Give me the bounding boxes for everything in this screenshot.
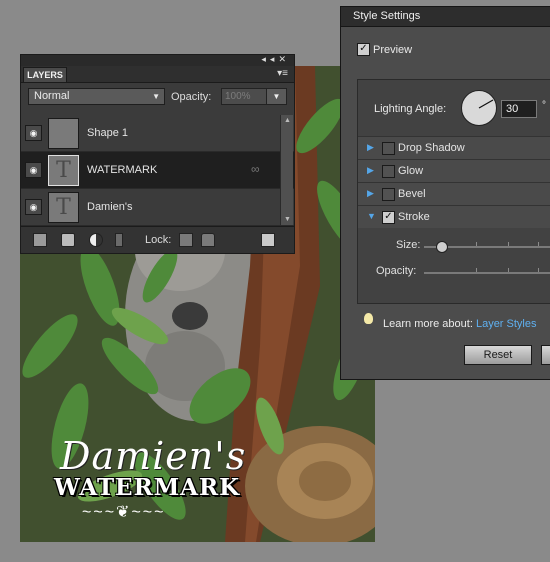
layers-panel: ◂◂✕ LAYERS ▾≡ Normal ▼ Opacity: 100% ▼ ◉… — [20, 54, 295, 254]
layer-name: Shape 1 — [87, 127, 128, 139]
effect-label: Bevel — [398, 188, 426, 200]
panel-titlebar[interactable]: ◂◂✕ — [21, 54, 294, 66]
lock-all-icon[interactable] — [201, 233, 215, 247]
visibility-eye-icon[interactable]: ◉ — [25, 125, 42, 141]
text-layer-thumbnail: T — [48, 155, 79, 186]
opacity-dropdown-button[interactable]: ▼ — [266, 88, 287, 105]
layer-styles-link[interactable]: Layer Styles — [476, 318, 537, 330]
drop-shadow-checkbox[interactable] — [382, 142, 395, 155]
learn-more: Learn more about: Layer Styles — [383, 318, 536, 330]
tab-layers[interactable]: LAYERS — [23, 67, 67, 82]
lock-transparency-icon[interactable] — [179, 233, 193, 247]
text-layer-thumbnail: T — [48, 192, 79, 223]
layers-footer-toolbar: Lock: — [21, 226, 294, 253]
dialog-title: Style Settings — [341, 7, 550, 27]
layers-list: ◉ Shape 1 ◉ T WATERMARK ∞ ◉ T Damien's — [21, 115, 294, 226]
opacity-input[interactable]: 100% — [221, 88, 267, 105]
layers-scrollbar[interactable]: ▲ ▼ — [280, 115, 293, 225]
blend-mode-select[interactable]: Normal ▼ — [28, 88, 165, 105]
effect-row-stroke[interactable]: ▼ ✓ Stroke — [358, 205, 550, 228]
effect-row-bevel[interactable]: ▶ Bevel — [358, 182, 550, 205]
lighting-angle-input[interactable]: 30 — [501, 100, 537, 118]
preview-checkbox[interactable]: ✓ — [357, 43, 370, 56]
visibility-eye-icon[interactable]: ◉ — [25, 199, 42, 215]
ok-button[interactable] — [541, 345, 550, 365]
effect-label: Glow — [398, 165, 424, 177]
lighting-angle-label: Lighting Angle: — [374, 103, 447, 115]
opacity-label: Opacity: — [376, 265, 417, 277]
expand-triangle-icon[interactable]: ▶ — [367, 142, 374, 153]
size-slider-knob[interactable] — [436, 241, 448, 253]
close-icon[interactable]: ✕ — [278, 54, 290, 64]
slider-tick — [476, 268, 477, 272]
dial-needle-icon — [478, 99, 494, 109]
scroll-down-icon[interactable]: ▼ — [284, 216, 291, 223]
visibility-eye-icon[interactable]: ◉ — [25, 162, 42, 178]
effect-row-drop-shadow[interactable]: ▶ Drop Shadow — [358, 136, 550, 159]
scroll-up-icon[interactable]: ▲ — [284, 117, 291, 124]
learn-more-label: Learn more about: — [383, 318, 473, 330]
style-settings-dialog: Style Settings ✓ Preview Lighting Angle:… — [340, 6, 550, 380]
degree-symbol: ° — [542, 100, 546, 111]
layer-row-damiens[interactable]: ◉ T Damien's — [21, 189, 294, 226]
slider-tick — [508, 242, 509, 246]
effect-label: Drop Shadow — [398, 142, 465, 154]
chevron-down-icon: ▼ — [152, 92, 160, 101]
size-label: Size: — [396, 239, 421, 251]
layer-name: Damien's — [87, 201, 133, 213]
effect-label: Stroke — [398, 211, 430, 223]
lock-label: Lock: — [145, 234, 172, 246]
opacity-label: Opacity: — [171, 91, 212, 103]
layer-mask-icon[interactable] — [61, 233, 75, 247]
stroke-checkbox[interactable]: ✓ — [382, 211, 395, 224]
layer-name: WATERMARK — [87, 164, 158, 176]
layer-row-shape-1[interactable]: ◉ Shape 1 — [21, 115, 294, 152]
reset-button[interactable]: Reset — [464, 345, 532, 365]
slider-tick — [476, 242, 477, 246]
panel-menu-icon[interactable]: ▾≡ — [277, 68, 288, 79]
blend-mode-value: Normal — [34, 90, 70, 102]
watermark-script-text: Damien's — [60, 434, 247, 478]
slider-tick — [508, 268, 509, 272]
new-layer-icon[interactable] — [33, 233, 47, 247]
collapse-icon[interactable]: ◂◂ — [261, 54, 278, 64]
adjustment-layer-icon[interactable] — [89, 233, 103, 247]
trash-icon[interactable] — [261, 233, 275, 247]
link-icon: ∞ — [251, 162, 260, 176]
watermark-flourish: ~~~❦~~~ — [82, 504, 166, 521]
effects-panel: Lighting Angle: 30 ° ▶ Drop Shadow ▶ Glo… — [357, 79, 550, 304]
slider-tick — [538, 242, 539, 246]
watermark-main-text: WATERMARK — [54, 474, 241, 501]
expand-triangle-icon[interactable]: ▶ — [367, 165, 374, 176]
preview-label: Preview — [373, 44, 413, 56]
opacity-slider-track[interactable] — [424, 272, 550, 274]
layer-row-watermark[interactable]: ◉ T WATERMARK ∞ — [21, 152, 294, 189]
lighting-angle-dial[interactable] — [461, 90, 497, 126]
link-layers-icon[interactable] — [115, 233, 123, 247]
glow-checkbox[interactable] — [382, 165, 395, 178]
bevel-checkbox[interactable] — [382, 188, 395, 201]
layer-thumbnail — [48, 118, 79, 149]
effect-row-glow[interactable]: ▶ Glow — [358, 159, 550, 182]
expand-triangle-icon[interactable]: ▶ — [367, 188, 374, 199]
slider-tick — [538, 268, 539, 272]
lightbulb-icon — [364, 313, 373, 324]
collapse-triangle-icon[interactable]: ▼ — [367, 211, 376, 221]
